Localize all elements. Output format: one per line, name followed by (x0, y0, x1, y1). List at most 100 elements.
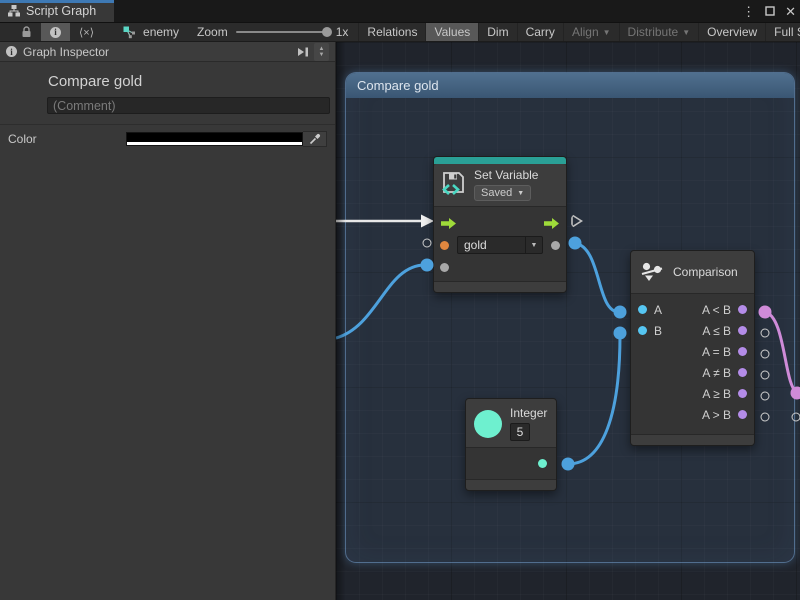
graph-node-icon (123, 26, 137, 39)
wire-endpoint-pink[interactable] (759, 306, 772, 319)
unconnected-endpoint-ring[interactable] (761, 392, 770, 401)
output-less-port[interactable] (738, 305, 747, 314)
variable-kind-dropdown[interactable]: Saved ▼ (474, 185, 531, 201)
tab-script-graph[interactable]: Script Graph (0, 0, 114, 22)
title-bar: Script Graph ⋮ ✕ (0, 0, 800, 22)
output-equal-port[interactable] (738, 347, 747, 356)
wire-endpoint-blue[interactable] (421, 259, 434, 272)
comparison-header[interactable]: Comparison (631, 251, 754, 294)
inspector-title: Graph Inspector (23, 45, 109, 59)
eyedropper-button[interactable] (303, 131, 327, 147)
graph-breadcrumb[interactable]: enemy (115, 23, 187, 41)
node-set-variable[interactable]: Set Variable Saved ▼ (433, 156, 567, 293)
info-mode-button[interactable]: i (41, 23, 70, 41)
output-label: A < B (702, 303, 731, 317)
output-lessequal-port[interactable] (738, 326, 747, 335)
wire-endpoint-blue[interactable] (569, 237, 582, 250)
flow-out-triangle-icon[interactable] (571, 214, 584, 229)
info-icon: i (50, 27, 61, 38)
align-button[interactable]: Align ▼ (564, 23, 620, 41)
wire-endpoint-blue[interactable] (614, 306, 627, 319)
node-footer (466, 479, 556, 490)
input-a-port[interactable] (638, 305, 647, 314)
node-comparison[interactable]: Comparison A A < B (630, 250, 755, 446)
wire-endpoint-blue[interactable] (562, 458, 575, 471)
output-notequal-port[interactable] (738, 368, 747, 377)
name-input-port[interactable] (440, 241, 449, 250)
zoom-slider[interactable] (236, 31, 328, 33)
flow-out-port[interactable] (543, 217, 560, 230)
tab-title: Script Graph (26, 4, 96, 18)
info-icon: i (6, 46, 17, 57)
divider (0, 124, 335, 125)
flow-in-port[interactable] (440, 217, 457, 230)
comparison-row: A ≠ B (638, 362, 747, 383)
node-footer (631, 434, 754, 445)
set-variable-body: gold ▼ (434, 207, 566, 281)
toolbar-spacer (0, 23, 12, 41)
output-greaterequal-port[interactable] (738, 389, 747, 398)
zoom-slider-handle[interactable] (322, 27, 332, 37)
overview-button[interactable]: Overview (699, 23, 766, 41)
window-controls: ⋮ ✕ (742, 0, 796, 22)
output-label: A ≥ B (702, 387, 731, 401)
output-greater-port[interactable] (738, 410, 747, 419)
dim-button[interactable]: Dim (479, 23, 517, 41)
wire-endpoint-pink[interactable] (791, 387, 800, 400)
value-output-port[interactable] (551, 241, 560, 250)
zoom-value: 1x (336, 25, 349, 39)
graph-hierarchy-icon (8, 5, 20, 17)
relations-button[interactable]: Relations (358, 23, 426, 41)
fullscreen-button[interactable]: Full Screen (766, 23, 800, 41)
unconnected-endpoint-ring[interactable] (423, 239, 432, 248)
group-header[interactable]: Compare gold (346, 73, 794, 98)
wire-endpoint-blue[interactable] (614, 327, 627, 340)
script-graph-window: Script Graph ⋮ ✕ i ⟨×⟩ (0, 0, 800, 600)
values-button[interactable]: Values (426, 23, 479, 41)
graph-canvas[interactable]: Compare gold (336, 42, 800, 600)
integer-header[interactable]: Integer 5 (466, 399, 556, 448)
comparison-row: A A < B (638, 299, 747, 320)
set-variable-header[interactable]: Set Variable Saved ▼ (434, 164, 566, 207)
zoom-control: Zoom 1x (187, 23, 358, 41)
code-icon: ⟨×⟩ (79, 26, 94, 39)
unconnected-endpoint-ring[interactable] (761, 413, 770, 422)
alpha-bar (127, 142, 302, 145)
comparison-scale-icon (641, 262, 665, 282)
input-a-label: A (654, 303, 662, 317)
output-label: A = B (702, 345, 731, 359)
unconnected-endpoint-ring[interactable] (761, 371, 770, 380)
comparison-row: B A ≤ B (638, 320, 747, 341)
lock-button[interactable] (12, 23, 41, 41)
comment-input[interactable] (47, 97, 330, 114)
graph-toolbar: i ⟨×⟩ enemy Zoom 1x Relations Values Dim (0, 22, 800, 42)
toolbar-right-group: Relations Values Dim Carry Align ▼ Distr… (358, 23, 800, 41)
integer-value-input[interactable]: 5 (510, 423, 530, 441)
lock-icon (21, 26, 32, 38)
api-preview-button[interactable]: ⟨×⟩ (70, 23, 103, 41)
input-b-label: B (654, 324, 662, 338)
close-icon[interactable]: ✕ (785, 5, 796, 18)
inspector-header-controls: ▲ ▼ (296, 43, 329, 61)
distribute-button[interactable]: Distribute ▼ (620, 23, 700, 41)
unconnected-endpoint-ring[interactable] (761, 350, 770, 359)
carry-button[interactable]: Carry (518, 23, 564, 41)
dock-panel-icon[interactable] (296, 46, 310, 58)
comparison-row: A > B (638, 404, 747, 425)
node-title: Integer (510, 406, 547, 420)
color-field-row: Color (0, 131, 335, 147)
spinner-down-icon[interactable]: ▼ (319, 52, 325, 58)
maximize-icon[interactable] (765, 6, 775, 16)
variable-name-dropdown[interactable]: gold ▼ (457, 236, 543, 254)
node-integer[interactable]: Integer 5 (465, 398, 557, 491)
main-area: i Graph Inspector ▲ ▼ Compare gold Col (0, 42, 800, 600)
menu-dots-icon[interactable]: ⋮ (742, 5, 755, 18)
input-b-port[interactable] (638, 326, 647, 335)
unconnected-endpoint-ring[interactable] (761, 329, 770, 338)
integer-output-port[interactable] (538, 459, 547, 468)
value-input-port[interactable] (440, 263, 449, 272)
color-swatch[interactable] (126, 132, 303, 146)
panel-scroll-spinner[interactable]: ▲ ▼ (314, 43, 329, 61)
comparison-row: A ≥ B (638, 383, 747, 404)
unconnected-endpoint-ring[interactable] (792, 413, 800, 422)
